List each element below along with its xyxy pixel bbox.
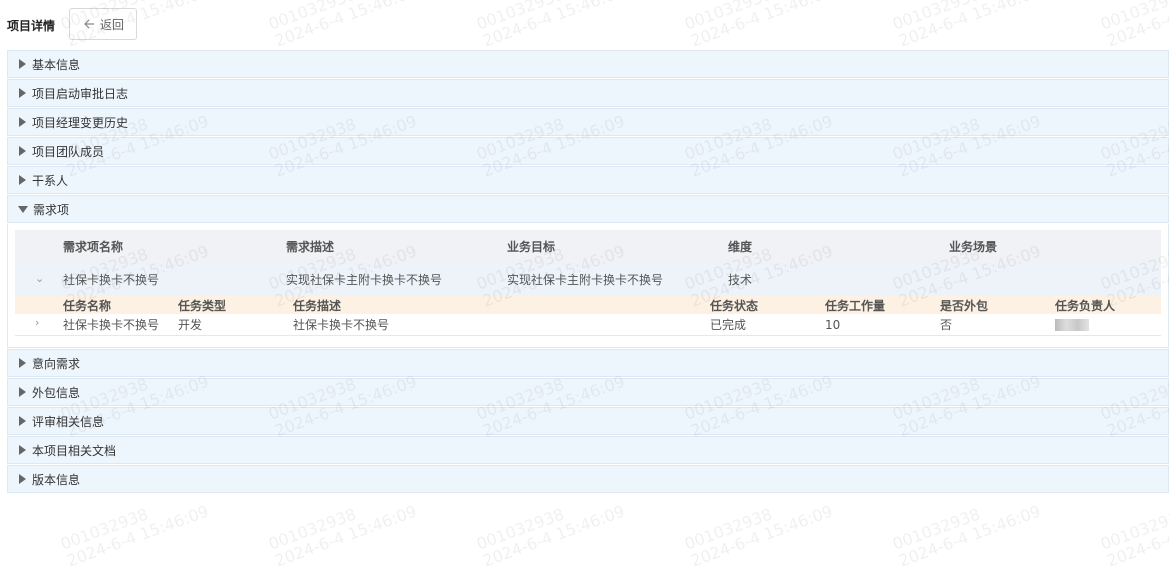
panel-label: 评审相关信息 — [32, 414, 105, 429]
panel-outsourcing-info[interactable]: 外包信息 — [7, 378, 1169, 406]
watermark-text: 001032938 2024-6-4 15:46:09 — [1098, 0, 1169, 51]
watermark-text: 001032938 2024-6-4 15:46:09 — [58, 501, 212, 571]
cell-task-owner — [1055, 314, 1089, 335]
column-header: 需求描述 — [286, 239, 335, 254]
page-header: 项目详情 返回 — [0, 8, 300, 42]
panel-label: 意向需求 — [32, 356, 81, 371]
caret-right-icon — [19, 387, 26, 397]
cell-task-type: 开发 — [178, 318, 203, 332]
page-title: 项目详情 — [7, 19, 56, 33]
column-header: 是否外包 — [940, 298, 989, 313]
panel-label: 版本信息 — [32, 472, 81, 487]
panel-stakeholders[interactable]: 干系人 — [7, 166, 1169, 194]
detail-panels: 基本信息 项目启动审批日志 项目经理变更历史 项目团队成员 干系人 需求项 需求… — [7, 50, 1169, 494]
watermark-text: 001032938 2024-6-4 15:46:09 — [890, 501, 1044, 571]
cell-task-name: 社保卡换卡不换号 — [63, 318, 160, 332]
panel-label: 项目团队成员 — [32, 144, 105, 159]
column-header: 任务状态 — [710, 298, 759, 313]
panel-label: 基本信息 — [32, 57, 81, 72]
caret-right-icon — [19, 445, 26, 455]
column-header: 任务类型 — [178, 298, 227, 313]
panel-project-documents[interactable]: 本项目相关文档 — [7, 436, 1169, 464]
watermark-text: 001032938 2024-6-4 15:46:09 — [890, 0, 1044, 51]
caret-right-icon — [19, 146, 26, 156]
back-button-label: 返回 — [99, 17, 124, 32]
panel-intended-requirements[interactable]: 意向需求 — [7, 349, 1169, 377]
collapse-chevron-icon[interactable]: ⌄ — [35, 272, 44, 285]
arrow-left-icon — [84, 19, 94, 29]
task-row[interactable]: › 社保卡换卡不换号 开发 社保卡换卡不换号 已完成 10 否 — [15, 314, 1161, 336]
caret-right-icon — [19, 474, 26, 484]
panel-requirements[interactable]: 需求项 — [7, 195, 1169, 223]
panel-team-members[interactable]: 项目团队成员 — [7, 137, 1169, 165]
caret-right-icon — [19, 59, 26, 69]
caret-down-icon — [18, 205, 28, 213]
column-header: 业务目标 — [507, 239, 556, 254]
column-header: 任务负责人 — [1055, 298, 1116, 313]
column-header: 任务名称 — [63, 298, 112, 313]
column-header: 需求项名称 — [63, 239, 124, 254]
watermark-text: 001032938 2024-6-4 15:46:09 — [682, 0, 836, 51]
cell-task-status: 已完成 — [710, 318, 747, 332]
column-header: 任务描述 — [293, 298, 342, 313]
caret-right-icon — [19, 358, 26, 368]
panel-label: 干系人 — [32, 173, 69, 188]
panel-review-info[interactable]: 评审相关信息 — [7, 407, 1169, 435]
cell-dimension: 技术 — [728, 272, 753, 287]
redacted-owner — [1055, 318, 1089, 331]
cell-req-name: 社保卡换卡不换号 — [63, 272, 160, 287]
cell-outsourced: 否 — [940, 318, 953, 332]
panel-label: 项目经理变更历史 — [32, 115, 129, 130]
caret-right-icon — [19, 117, 26, 127]
panel-label: 本项目相关文档 — [32, 443, 117, 458]
watermark-text: 001032938 2024-6-4 15:46:09 — [1098, 504, 1169, 571]
column-header: 任务工作量 — [825, 298, 886, 313]
table-header: 需求项名称 需求描述 业务目标 维度 业务场景 — [15, 230, 1161, 262]
caret-right-icon — [19, 88, 26, 98]
requirements-content: 需求项名称 需求描述 业务目标 维度 业务场景 ⌄ 社保卡换卡不换号 实现社保卡… — [7, 224, 1169, 348]
requirements-table: 需求项名称 需求描述 业务目标 维度 业务场景 ⌄ 社保卡换卡不换号 实现社保卡… — [15, 230, 1161, 336]
panel-version-info[interactable]: 版本信息 — [7, 465, 1169, 493]
back-button[interactable]: 返回 — [69, 8, 137, 40]
column-header: 维度 — [728, 239, 753, 254]
panel-basic-info[interactable]: 基本信息 — [7, 50, 1169, 78]
column-header: 业务场景 — [949, 239, 998, 254]
cell-req-description: 实现社保卡主附卡换卡不换号 — [286, 272, 443, 287]
watermark-text: 001032938 2024-6-4 15:46:09 — [474, 0, 628, 51]
panel-label: 项目启动审批日志 — [32, 86, 129, 101]
panel-label: 需求项 — [33, 202, 70, 217]
watermark-text: 001032938 2024-6-4 15:46:09 — [682, 501, 836, 571]
caret-right-icon — [19, 416, 26, 426]
cell-business-goal: 实现社保卡主附卡换卡不换号 — [507, 272, 664, 287]
panel-manager-history[interactable]: 项目经理变更历史 — [7, 108, 1169, 136]
panel-approval-log[interactable]: 项目启动审批日志 — [7, 79, 1169, 107]
panel-label: 外包信息 — [32, 385, 81, 400]
caret-right-icon — [19, 175, 26, 185]
cell-task-description: 社保卡换卡不换号 — [293, 318, 390, 332]
cell-task-workload: 10 — [825, 317, 841, 332]
watermark-text: 001032938 2024-6-4 15:46:09 — [474, 501, 628, 571]
table-row[interactable]: ⌄ 社保卡换卡不换号 实现社保卡主附卡换卡不换号 实现社保卡主附卡换卡不换号 技… — [15, 262, 1161, 296]
watermark-text: 001032938 2024-6-4 15:46:09 — [266, 501, 420, 571]
expand-chevron-icon[interactable]: › — [35, 316, 39, 329]
task-table-header: 任务名称 任务类型 任务描述 任务状态 任务工作量 是否外包 任务负责人 — [15, 296, 1161, 314]
